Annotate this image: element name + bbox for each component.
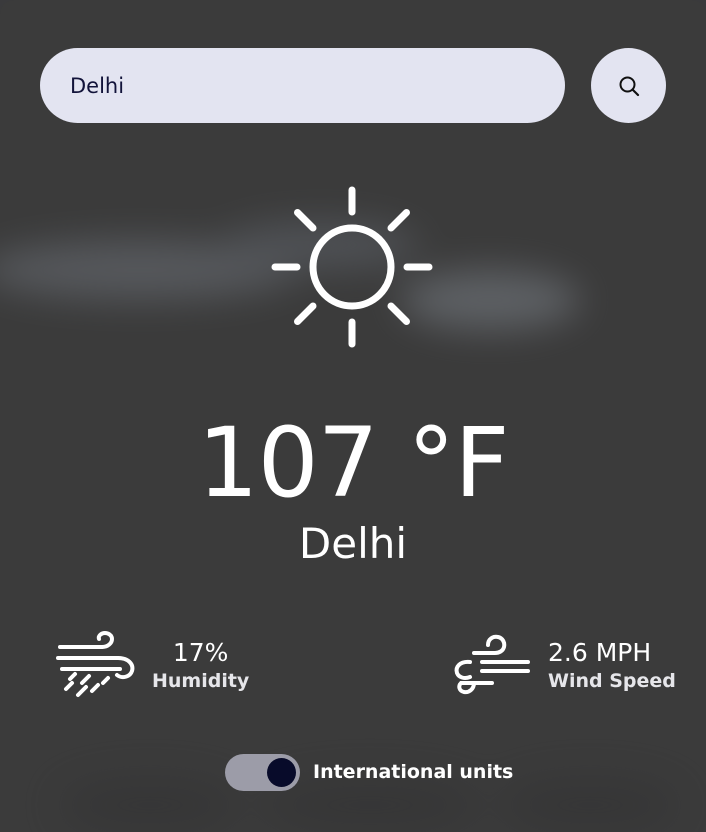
wind-value: 2.6 MPH <box>548 638 652 667</box>
city-name: Delhi <box>298 519 408 568</box>
humidity-text: 17% Humidity <box>152 638 249 694</box>
humidity-metric: 17% Humidity <box>56 630 249 702</box>
search-icon <box>619 76 639 96</box>
temperature: 107 °F <box>197 407 510 519</box>
wind-label: Wind Speed <box>548 670 676 692</box>
wind-text: 2.6 MPH Wind Speed <box>548 638 676 694</box>
humidity-icon <box>56 631 135 697</box>
units-toggle-row: International units <box>225 752 513 792</box>
international-units-label: International units <box>313 761 514 783</box>
search-input[interactable] <box>40 48 565 123</box>
humidity-label: Humidity <box>152 670 250 692</box>
wind-metric: 2.6 MPH Wind Speed <box>452 630 676 702</box>
search-button[interactable] <box>591 48 666 123</box>
search-bar <box>40 48 666 123</box>
international-units-toggle[interactable] <box>225 753 300 791</box>
humidity-value: 17% <box>172 638 229 667</box>
toggle-knob <box>267 757 296 787</box>
wind-icon <box>454 634 530 695</box>
weather-card: 107 °F Delhi 17% Humidity <box>0 0 706 832</box>
sun-icon <box>271 186 433 348</box>
